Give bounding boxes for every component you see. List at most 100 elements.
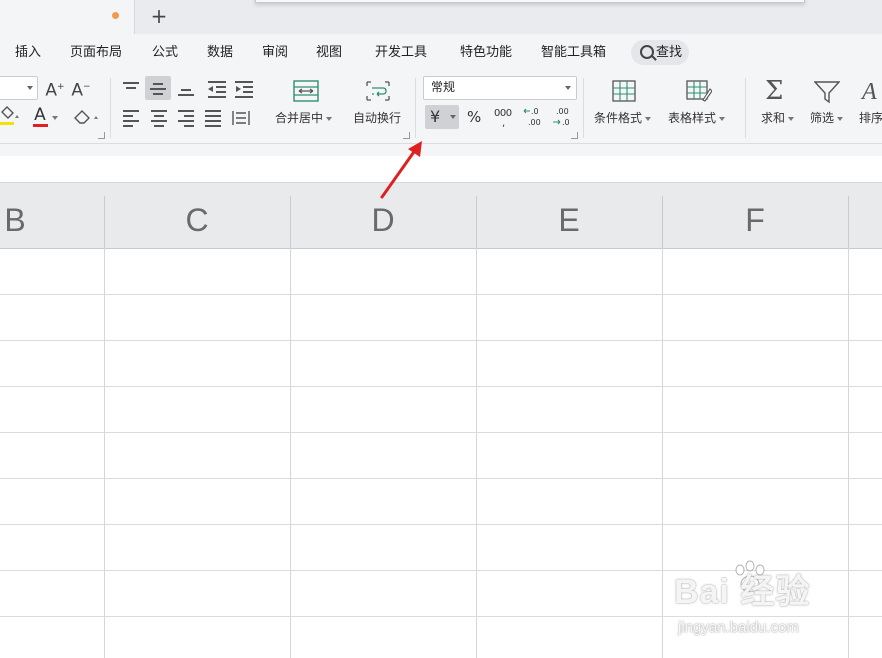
formula-bar[interactable] [0,156,882,183]
currency-icon: ¥ [430,107,441,126]
font-group-launcher-icon[interactable] [98,132,105,139]
column-divider[interactable] [662,196,663,248]
font-color-bar [33,124,48,127]
align-left-button[interactable] [123,110,139,127]
increase-indent-button[interactable] [235,81,253,98]
increase-decimal-button[interactable]: .0.00 [523,106,547,128]
number-format-value: 常规 [431,80,456,94]
watermark-url: jingyan.baidu.com [678,619,799,636]
grid-line [0,432,882,433]
table-style-button[interactable]: 表格样式 [668,110,726,126]
menu-formula[interactable]: 公式 [152,44,178,62]
title-popup [255,0,805,3]
merge-center-button[interactable]: 合并居中 [275,110,333,126]
font-color-button[interactable]: A [32,105,60,128]
align-top-button[interactable] [123,81,139,97]
merge-center-icon [293,80,319,102]
font-size-combo[interactable] [0,76,38,100]
decrease-decimal-icon: .00.0 [553,107,570,127]
clear-format-button[interactable] [72,107,102,127]
chevron-down-icon [450,115,456,119]
formula-strip [0,144,882,156]
comma-glyph: , [502,118,506,129]
grid-line [848,248,849,658]
grid-line [0,294,882,295]
wrap-text-icon [365,80,391,102]
menu-bar [0,34,882,72]
column-header-c[interactable]: C [104,183,290,248]
menu-data[interactable]: 数据 [207,44,233,62]
sort-button[interactable]: 排序 [859,110,882,126]
grid-line [662,248,663,658]
search-label: 查找 [656,45,683,60]
menu-view[interactable]: 视图 [316,44,342,62]
chevron-down-icon [837,116,844,121]
grid-line [0,478,882,479]
grid-line [0,386,882,387]
chevron-down-icon [52,116,58,120]
conditional-format-button[interactable]: 条件格式 [594,110,652,126]
sum-icon: Σ [765,76,784,106]
grid-line [104,248,105,658]
align-middle-button[interactable] [145,76,171,100]
column-header-e[interactable]: E [476,183,662,248]
separator [745,78,746,138]
svg-text:.00: .00 [556,107,569,116]
filter-button[interactable]: 筛选 [810,110,844,126]
column-divider[interactable] [476,196,477,248]
separator [415,78,416,138]
align-middle-icon [150,80,166,96]
new-tab-button[interactable]: + [148,3,170,29]
menu-insert[interactable]: 插入 [15,44,41,62]
paint-bucket-icon [0,106,19,125]
column-divider[interactable] [104,196,105,248]
chevron-down-icon [645,116,652,121]
menu-special[interactable]: 特色功能 [460,44,512,62]
arrow-left-icon [208,86,213,92]
menu-smart-toolbox[interactable]: 智能工具箱 [541,44,606,62]
wrap-text-button[interactable]: 自动换行 [353,110,401,126]
font-color-letter: A [34,105,46,125]
thousands-separator-button[interactable]: 000 , [494,106,516,129]
unsaved-dot-icon [112,12,119,19]
percent-button[interactable]: % [467,107,481,127]
sum-button[interactable]: 求和 [761,110,795,126]
menu-developer[interactable]: 开发工具 [375,44,427,62]
fill-color-button[interactable] [0,106,20,128]
search-icon [640,45,654,59]
column-header-b[interactable]: B [0,183,100,248]
svg-text:.0: .0 [562,118,570,127]
sort-icon: A [862,79,877,105]
separator [583,78,584,138]
table-style-icon [686,80,713,102]
grid-line [0,524,882,525]
menu-page-layout[interactable]: 页面布局 [70,44,122,62]
currency-format-button[interactable]: ¥ [425,105,459,129]
distributed-align-icon [232,111,250,125]
font-increase-button[interactable]: A+ [45,76,65,102]
watermark-logo: Bai 经验 [674,573,811,611]
grid-line [290,248,291,658]
decrease-decimal-button[interactable]: .00.0 [551,106,575,128]
svg-text:.0: .0 [531,107,539,116]
align-center-button[interactable] [151,110,167,127]
chevron-down-icon [326,116,333,121]
align-right-button[interactable] [178,110,194,127]
chevron-down-icon [719,116,726,121]
justify-button[interactable] [205,110,221,127]
increase-decimal-icon: .0.00 [523,107,541,127]
font-decrease-button[interactable]: A− [71,76,91,102]
number-format-select[interactable]: 常规 [423,76,577,100]
decrease-indent-button[interactable] [208,81,226,98]
grid-line [476,248,477,658]
grid-line [0,616,882,617]
align-bottom-button[interactable] [178,82,194,98]
eraser-icon [74,110,98,124]
separator [110,78,111,138]
distributed-align-button[interactable] [231,108,251,128]
number-group-launcher-icon[interactable] [571,132,578,139]
column-divider[interactable] [290,196,291,248]
menu-review[interactable]: 审阅 [262,44,288,62]
column-divider[interactable] [848,196,849,248]
column-header-f[interactable]: F [662,183,848,248]
